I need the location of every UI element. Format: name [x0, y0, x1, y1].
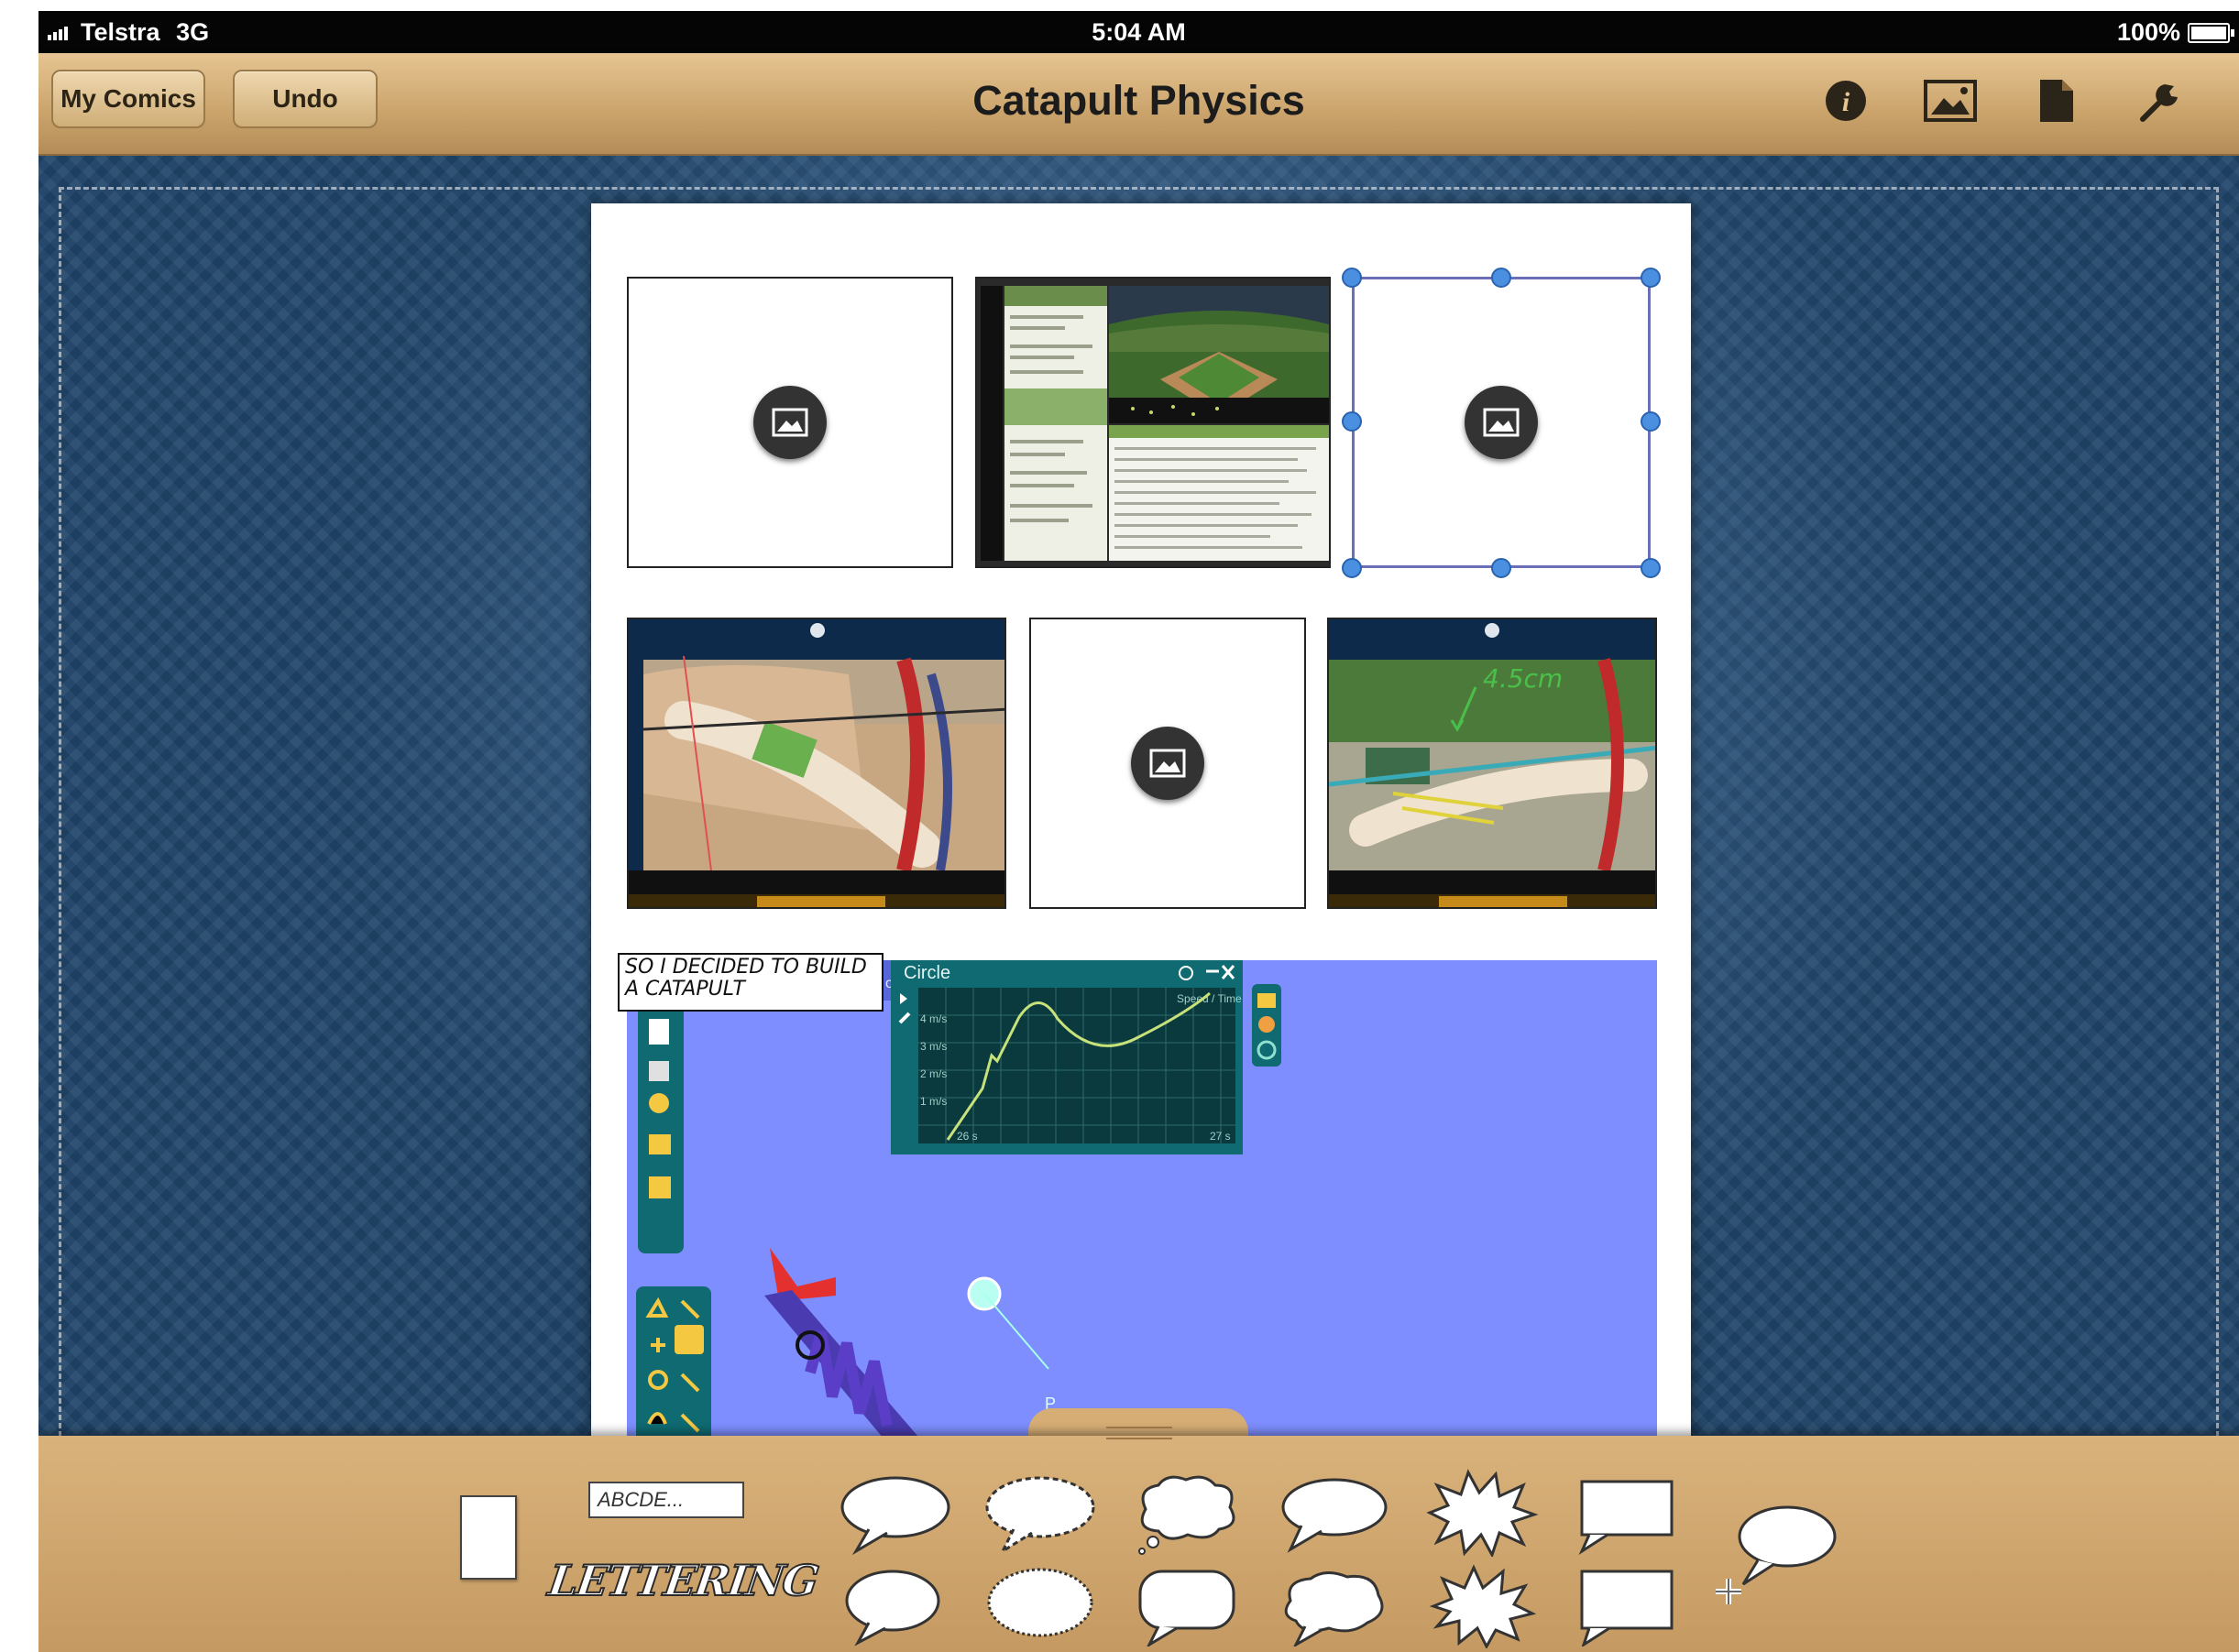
battery-icon — [2188, 22, 2234, 43]
resize-handle[interactable] — [1641, 268, 1661, 288]
panel-ipad-screenshot[interactable] — [975, 277, 1331, 568]
text-box-item[interactable]: ABCDE... — [588, 1482, 744, 1518]
tray-grip-icon[interactable] — [1106, 1427, 1172, 1439]
blank-panel-item[interactable] — [460, 1495, 517, 1580]
y-tick: 3 m/s — [920, 1040, 947, 1053]
resize-handle[interactable] — [1641, 411, 1661, 432]
panel-selected[interactable] — [1352, 277, 1651, 568]
graph-window-title: Circle — [904, 963, 950, 983]
y-tick: 2 m/s — [920, 1067, 947, 1080]
my-comics-button[interactable]: My Comics — [51, 70, 205, 128]
measure-note: 4.5cm — [1483, 663, 1563, 694]
add-image-icon[interactable] — [753, 386, 827, 459]
thought-bubble[interactable] — [1127, 1472, 1246, 1555]
panel-empty-2[interactable] — [1029, 618, 1306, 909]
status-bar: Telstra 3G 5:04 AM 100% — [38, 11, 2239, 53]
archery-photo-2: 4.5cm — [1329, 619, 1655, 907]
caption-text: SO I DECIDED TO BUILD A CATAPULT — [625, 956, 867, 1001]
lettering-button[interactable]: LETTERING — [544, 1544, 821, 1617]
shout-bubble[interactable] — [1421, 1469, 1540, 1557]
resize-handle[interactable] — [1342, 268, 1362, 288]
panel-empty-1[interactable] — [627, 277, 953, 568]
x-tick-start: 26 s — [957, 1130, 978, 1143]
speech-bubble-wide[interactable] — [1274, 1472, 1393, 1555]
bottom-tray: ABCDE... LETTERING — [38, 1436, 2239, 1652]
archery-photo-1 — [629, 619, 1004, 907]
caption-box-item-2[interactable] — [1567, 1564, 1686, 1647]
panel-archery-1[interactable] — [627, 618, 1006, 909]
svg-text:i: i — [1842, 87, 1850, 117]
add-image-icon[interactable] — [1465, 386, 1538, 459]
add-image-icon[interactable] — [1131, 727, 1204, 800]
rounded-rect-bubble[interactable] — [1127, 1564, 1246, 1647]
speech-bubble-oval[interactable] — [836, 1472, 955, 1555]
y-tick: 1 m/s — [920, 1095, 947, 1108]
battery-percent: 100% — [2116, 18, 2180, 46]
clock: 5:04 AM — [1092, 18, 1186, 46]
wrench-icon[interactable] — [2134, 73, 2189, 128]
add-balloon-button[interactable] — [1703, 1500, 1849, 1610]
comic-page: 4.5cm orials — [591, 203, 1691, 1450]
resize-handle[interactable] — [1491, 268, 1511, 288]
resize-handle[interactable] — [1342, 411, 1362, 432]
physics-app-screenshot: orials Circle — [627, 960, 1657, 1450]
panel-physics-app[interactable]: orials Circle — [627, 960, 1657, 1450]
speech-bubble-round[interactable] — [836, 1564, 955, 1647]
comic-canvas: 4.5cm orials — [38, 156, 2239, 1470]
whisper-bubble[interactable] — [981, 1472, 1100, 1555]
undo-button[interactable]: Undo — [233, 70, 378, 128]
caption-box[interactable]: SO I DECIDED TO BUILD A CATAPULT — [618, 953, 884, 1012]
x-tick-end: 27 s — [1210, 1130, 1231, 1143]
panel-archery-2[interactable]: 4.5cm — [1327, 618, 1657, 909]
baseball-app-screenshot — [977, 279, 1329, 566]
info-icon[interactable]: i — [1818, 73, 1873, 128]
explosion-bubble[interactable] — [1421, 1560, 1540, 1648]
battery-status: 100% — [2116, 18, 2234, 47]
resize-handle[interactable] — [1342, 558, 1362, 578]
ipad-screen: Telstra 3G 5:04 AM 100% My Comics Undo C… — [38, 11, 2239, 1652]
scalloped-bubble[interactable] — [981, 1564, 1100, 1647]
resize-handle[interactable] — [1491, 558, 1511, 578]
caption-box-item[interactable] — [1567, 1472, 1686, 1555]
y-tick: 4 m/s — [920, 1012, 947, 1025]
top-toolbar: My Comics Undo Catapult Physics i — [38, 53, 2239, 156]
cloud-bubble[interactable] — [1274, 1564, 1393, 1647]
image-icon[interactable] — [1923, 73, 1978, 128]
page-icon[interactable] — [2029, 73, 2084, 128]
resize-handle[interactable] — [1641, 558, 1661, 578]
